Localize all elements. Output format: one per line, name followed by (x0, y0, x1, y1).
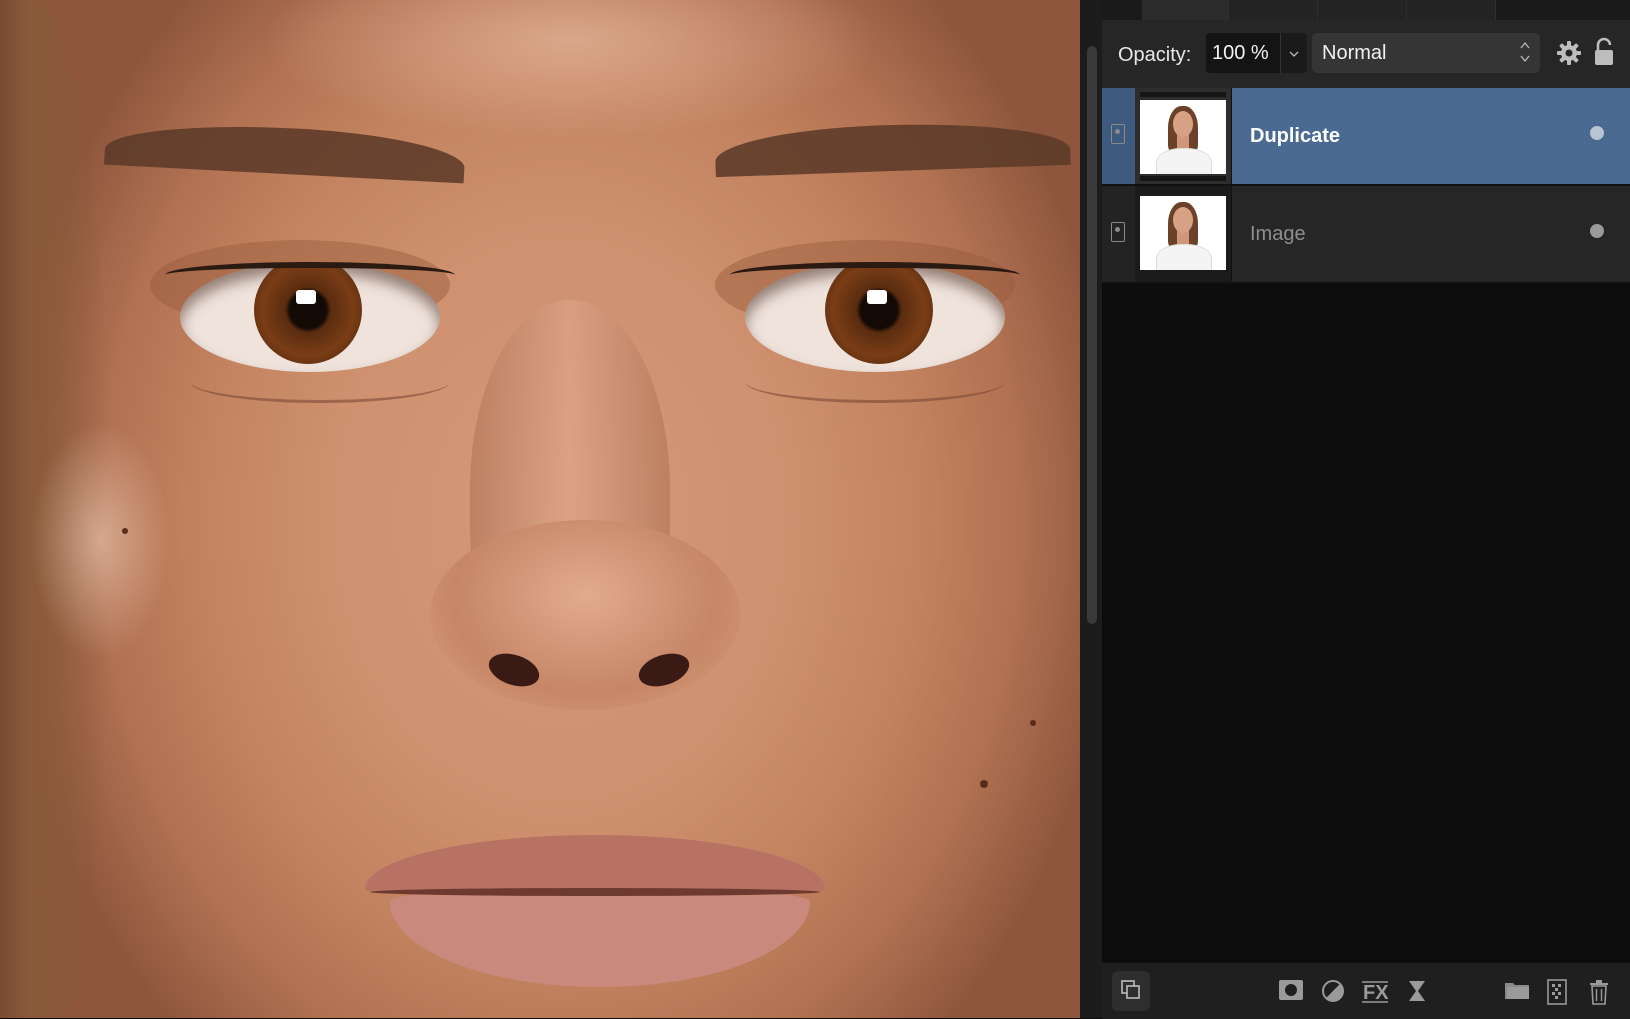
blend-mode-select[interactable]: Normal (1312, 33, 1540, 73)
layer-name: Image (1250, 223, 1306, 245)
lower-lip (390, 892, 810, 987)
layer-type-cell (1102, 186, 1136, 282)
adjustment-button[interactable] (1314, 971, 1352, 1011)
pixel-layer-icon (1547, 979, 1567, 1005)
mask-icon (1279, 980, 1303, 1000)
live-filter-button[interactable] (1398, 971, 1436, 1011)
scrollbar-thumb[interactable] (1087, 46, 1097, 624)
mask-button[interactable] (1272, 971, 1310, 1011)
arrange-icon (1121, 980, 1140, 999)
updown-arrows-icon (1520, 39, 1530, 69)
arrange-button[interactable] (1112, 971, 1150, 1011)
mole (1030, 720, 1036, 726)
tab-4[interactable] (1407, 0, 1496, 20)
layer-type-cell (1102, 88, 1136, 184)
image-layer-icon (1111, 124, 1125, 144)
left-eyebrow (104, 118, 466, 184)
blend-mode-value: Normal (1322, 42, 1387, 64)
upper-lip (365, 835, 825, 895)
fx-icon: FX (1362, 981, 1388, 1003)
folder-icon (1505, 983, 1529, 999)
right-eye-glint (867, 290, 887, 304)
layer-list-empty-area[interactable] (1102, 284, 1630, 962)
forehead-highlight (260, 0, 880, 140)
opacity-label: Opacity: (1118, 44, 1192, 66)
right-under-eye (745, 360, 1005, 403)
layer-thumbnail (1135, 186, 1232, 282)
nose-tip (430, 520, 740, 710)
visibility-toggle[interactable] (1590, 224, 1604, 238)
layers-bottom-toolbar: FX (1102, 962, 1630, 1019)
chevron-down-icon (1289, 51, 1299, 57)
document-canvas[interactable] (0, 0, 1080, 1018)
left-under-eye (190, 360, 450, 403)
layer-row-duplicate[interactable]: Duplicate (1102, 88, 1630, 186)
left-eye-glint (296, 290, 316, 304)
tab-2[interactable] (1229, 0, 1318, 20)
tab-layers[interactable] (1142, 0, 1229, 20)
layer-row-image[interactable]: Image (1102, 186, 1630, 284)
trash-icon (1590, 980, 1608, 1005)
left-lashes (165, 262, 455, 288)
hourglass-icon (1409, 981, 1425, 1001)
tab-3[interactable] (1318, 0, 1407, 20)
image-layer-icon (1111, 222, 1125, 242)
group-button[interactable] (1498, 971, 1536, 1011)
fx-button[interactable]: FX (1356, 971, 1394, 1011)
layer-list: Duplicate Image (1102, 88, 1630, 284)
svg-text:FX: FX (1363, 982, 1388, 1003)
layers-panel: Opacity: 100 % Normal Duplicate Image FX (1102, 0, 1630, 1019)
gear-icon[interactable] (1554, 38, 1584, 68)
layer-name: Duplicate (1250, 125, 1341, 147)
opacity-input[interactable]: 100 % (1206, 33, 1280, 73)
layers-toolbar: Opacity: 100 % Normal (1102, 20, 1630, 89)
opacity-dropdown-button[interactable] (1280, 33, 1307, 73)
adjustment-icon (1322, 980, 1344, 1002)
cheek-highlight (30, 420, 170, 660)
mole (980, 780, 988, 788)
layer-thumbnail (1135, 88, 1232, 184)
pixel-layer-button[interactable] (1538, 971, 1576, 1011)
lock-icon[interactable] (1592, 36, 1616, 68)
delete-layer-button[interactable] (1580, 971, 1618, 1011)
canvas-vertical-scrollbar[interactable] (1080, 0, 1102, 1018)
lip-line (370, 888, 820, 896)
visibility-toggle[interactable] (1590, 126, 1604, 140)
panel-tabs (1102, 0, 1630, 20)
right-eyebrow (714, 118, 1071, 178)
mole (122, 528, 128, 534)
right-lashes (730, 262, 1020, 288)
